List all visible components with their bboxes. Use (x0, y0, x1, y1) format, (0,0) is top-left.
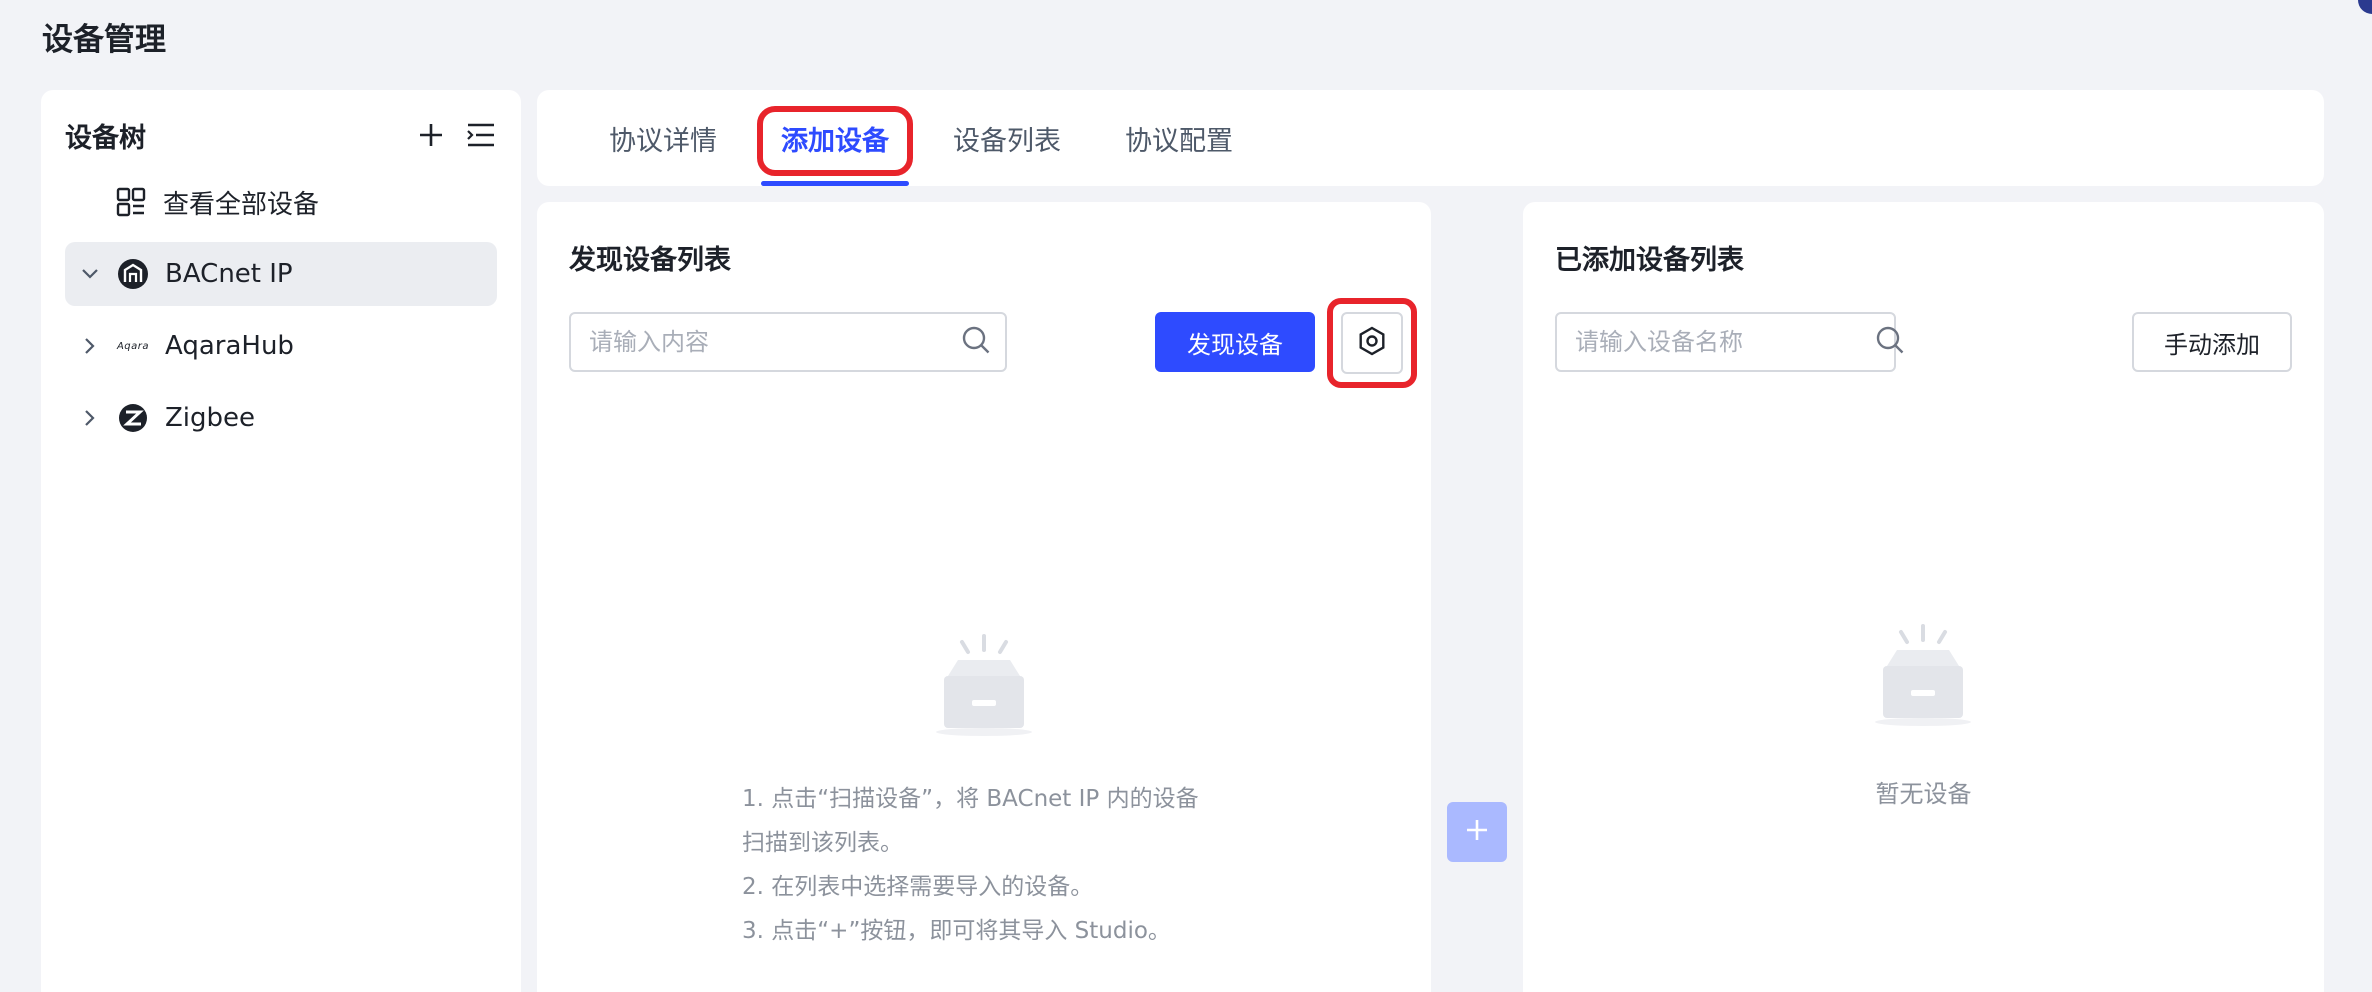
grid-icon (113, 184, 149, 220)
aqara-logo-icon: Aqara (116, 340, 150, 352)
instruction-line: 3. 点击“+”按钮，即可将其导入 Studio。 (742, 918, 1171, 944)
tree-item-bacnet-ip[interactable]: BACnet IP (65, 242, 497, 306)
tab-add-device[interactable]: 添加设备 (757, 90, 913, 186)
discover-search[interactable] (569, 312, 1007, 372)
search-icon[interactable] (961, 325, 991, 359)
chevron-right-icon[interactable] (65, 408, 115, 428)
tab-list: 协议详情 添加设备 设备列表 协议配置 (601, 90, 1289, 186)
tree-item-label: BACnet IP (165, 259, 293, 289)
tab-label: 协议配置 (1125, 125, 1233, 157)
discover-device-panel: 发现设备列表 发现设备 1. 点击“扫描设备”，将 BACnet IP 内的设备… (537, 202, 1431, 992)
device-tree: 查看全部设备 BACnet IP Aqara AqaraHub Zigbee (65, 170, 497, 458)
sidebar-title: 设备树 (65, 122, 146, 154)
settings-hex-icon (1357, 326, 1387, 360)
tree-item-zigbee[interactable]: Zigbee (65, 386, 497, 450)
instruction-line: 2. 在列表中选择需要导入的设备。 (742, 874, 1094, 900)
added-search[interactable] (1555, 312, 1904, 372)
added-panel-title: 已添加设备列表 (1555, 245, 1744, 276)
empty-box-icon (1871, 622, 1975, 732)
corner-indicator (2358, 0, 2372, 14)
empty-state-text: 暂无设备 (1875, 780, 1972, 808)
tab-label: 设备列表 (953, 125, 1061, 157)
added-search-input[interactable] (1575, 328, 1875, 356)
discover-search-input[interactable] (589, 328, 961, 356)
manual-add-button[interactable]: 手动添加 (2132, 312, 2292, 372)
chevron-down-icon[interactable] (65, 267, 115, 281)
collapse-list-icon[interactable] (465, 119, 497, 151)
device-tree-panel: 设备树 查看全部设备 BACnet IP Aqara AqaraHub Zigb… (41, 90, 521, 992)
search-icon[interactable] (1875, 325, 1905, 359)
tab-highlight-box (757, 106, 913, 176)
discover-instructions: 1. 点击“扫描设备”，将 BACnet IP 内的设备 扫描到该列表。 2. … (742, 777, 1262, 953)
page-title: 设备管理 (42, 22, 166, 58)
tabs-bar: 协议详情 添加设备 设备列表 协议配置 (537, 90, 2324, 186)
plus-icon (1464, 817, 1490, 847)
tree-item-label: AqaraHub (165, 331, 294, 361)
chevron-right-icon[interactable] (65, 336, 115, 356)
tab-protocol-config[interactable]: 协议配置 (1117, 90, 1241, 186)
tree-item-aqarahub[interactable]: Aqara AqaraHub (65, 314, 497, 378)
zigbee-icon (115, 400, 151, 436)
tab-label: 协议详情 (609, 125, 717, 157)
view-all-label: 查看全部设备 (163, 189, 320, 220)
tab-active-underline (761, 181, 909, 186)
instruction-line: 扫描到该列表。 (742, 830, 903, 856)
empty-box-icon (932, 632, 1036, 742)
discover-device-button[interactable]: 发现设备 (1155, 312, 1315, 372)
view-all-devices[interactable]: 查看全部设备 (65, 170, 497, 234)
bacnet-icon (115, 256, 151, 292)
scan-settings-button[interactable] (1341, 312, 1403, 374)
sidebar-header: 设备树 (65, 110, 497, 160)
discover-panel-title: 发现设备列表 (569, 245, 731, 276)
added-device-panel: 已添加设备列表 手动添加 暂无设备 (1523, 202, 2324, 992)
tree-item-label: Zigbee (165, 403, 256, 433)
sidebar-actions (415, 119, 497, 151)
settings-highlight-box (1327, 298, 1417, 388)
tab-protocol-details[interactable]: 协议详情 (601, 90, 725, 186)
instruction-line: 1. 点击“扫描设备”，将 BACnet IP 内的设备 (742, 786, 1199, 812)
import-transfer-button[interactable] (1447, 802, 1507, 862)
tab-device-list[interactable]: 设备列表 (945, 90, 1069, 186)
add-icon[interactable] (415, 119, 447, 151)
